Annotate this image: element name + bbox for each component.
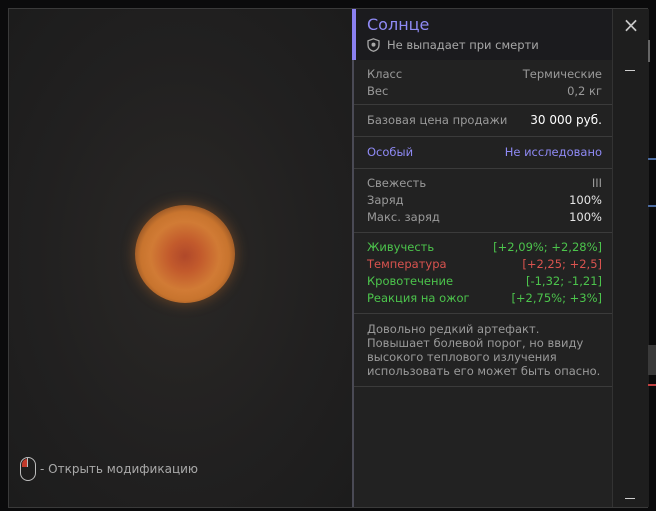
effect-label: Реакция на ожог (367, 291, 470, 305)
effect-value: [-1,32; -1,21] (525, 274, 602, 288)
effect-row: Реакция на ожог [+2,75%; +3%] (367, 290, 602, 307)
drop-status: Не выпадает при смерти (367, 38, 539, 52)
item-description: Довольно редкий артефакт. Повышает болев… (354, 314, 612, 387)
item-preview (9, 9, 352, 507)
item-info-panel: Солнце Не выпадает при смерти Класс Терм… (352, 9, 612, 507)
effect-value: [+2,75%; +3%] (511, 291, 602, 305)
mouse-icon (20, 457, 36, 481)
price-label: Базовая цена продажи (367, 113, 508, 127)
edge-mark (648, 158, 656, 160)
condition-section: Свежесть III Заряд 100% Макс. заряд 100% (354, 169, 612, 233)
hint-text: - Открыть модификацию (40, 462, 199, 476)
drop-status-text: Не выпадает при смерти (387, 38, 539, 52)
stat-row-max-charge: Макс. заряд 100% (367, 209, 602, 226)
stat-value: 100% (569, 193, 602, 207)
edge-mark (648, 384, 656, 386)
effect-row: Температура [+2,25; +2,5] (367, 256, 602, 273)
item-header: Солнце Не выпадает при смерти (352, 9, 612, 60)
effect-value: [+2,25; +2,5] (522, 257, 602, 271)
artifact-image (135, 205, 235, 303)
edge-mark (648, 205, 656, 207)
edge-mark (648, 40, 650, 62)
stat-value: Термические (522, 67, 602, 81)
stat-label: Заряд (367, 193, 404, 207)
price-section: Базовая цена продажи 30 000 руб. (354, 105, 612, 137)
stat-label: Свежесть (367, 176, 427, 190)
stat-value: 0,2 кг (567, 84, 602, 98)
stat-row-class: Класс Термические (367, 66, 602, 83)
stat-row-freshness: Свежесть III (367, 175, 602, 192)
stat-row-weight: Вес 0,2 кг (367, 83, 602, 100)
effect-label: Температура (367, 257, 447, 271)
stat-value: 100% (569, 210, 602, 224)
effect-row: Кровотечение [-1,32; -1,21] (367, 273, 602, 290)
stat-row-charge: Заряд 100% (367, 192, 602, 209)
edge-mark (648, 345, 656, 375)
stat-label: Макс. заряд (367, 210, 440, 224)
effect-label: Кровотечение (367, 274, 454, 288)
stat-label: Класс (367, 67, 403, 81)
stat-label: Вес (367, 84, 389, 98)
basic-section: Класс Термические Вес 0,2 кг (354, 60, 612, 105)
effects-section: Живучесть [+2,09%; +2,28%] Температура [… (354, 233, 612, 314)
price-value: 30 000 руб. (530, 113, 602, 127)
scroll-up-mark[interactable] (625, 70, 635, 71)
special-label: Особый (367, 145, 414, 159)
stat-value: III (591, 176, 602, 190)
stat-row-price: Базовая цена продажи 30 000 руб. (367, 112, 602, 129)
effect-label: Живучесть (367, 240, 435, 254)
stat-row-special: Особый Не исследовано (367, 144, 602, 161)
scroll-strip[interactable] (612, 9, 649, 507)
special-section: Особый Не исследовано (354, 137, 612, 169)
item-title: Солнце (367, 15, 430, 34)
effect-value: [+2,09%; +2,28%] (493, 240, 602, 254)
shield-icon (367, 38, 380, 52)
effect-row: Живучесть [+2,09%; +2,28%] (367, 239, 602, 256)
special-value: Не исследовано (504, 145, 602, 159)
modification-hint[interactable]: - Открыть модификацию (20, 457, 198, 481)
close-button[interactable]: × (621, 15, 641, 36)
scroll-down-mark[interactable] (625, 498, 635, 499)
